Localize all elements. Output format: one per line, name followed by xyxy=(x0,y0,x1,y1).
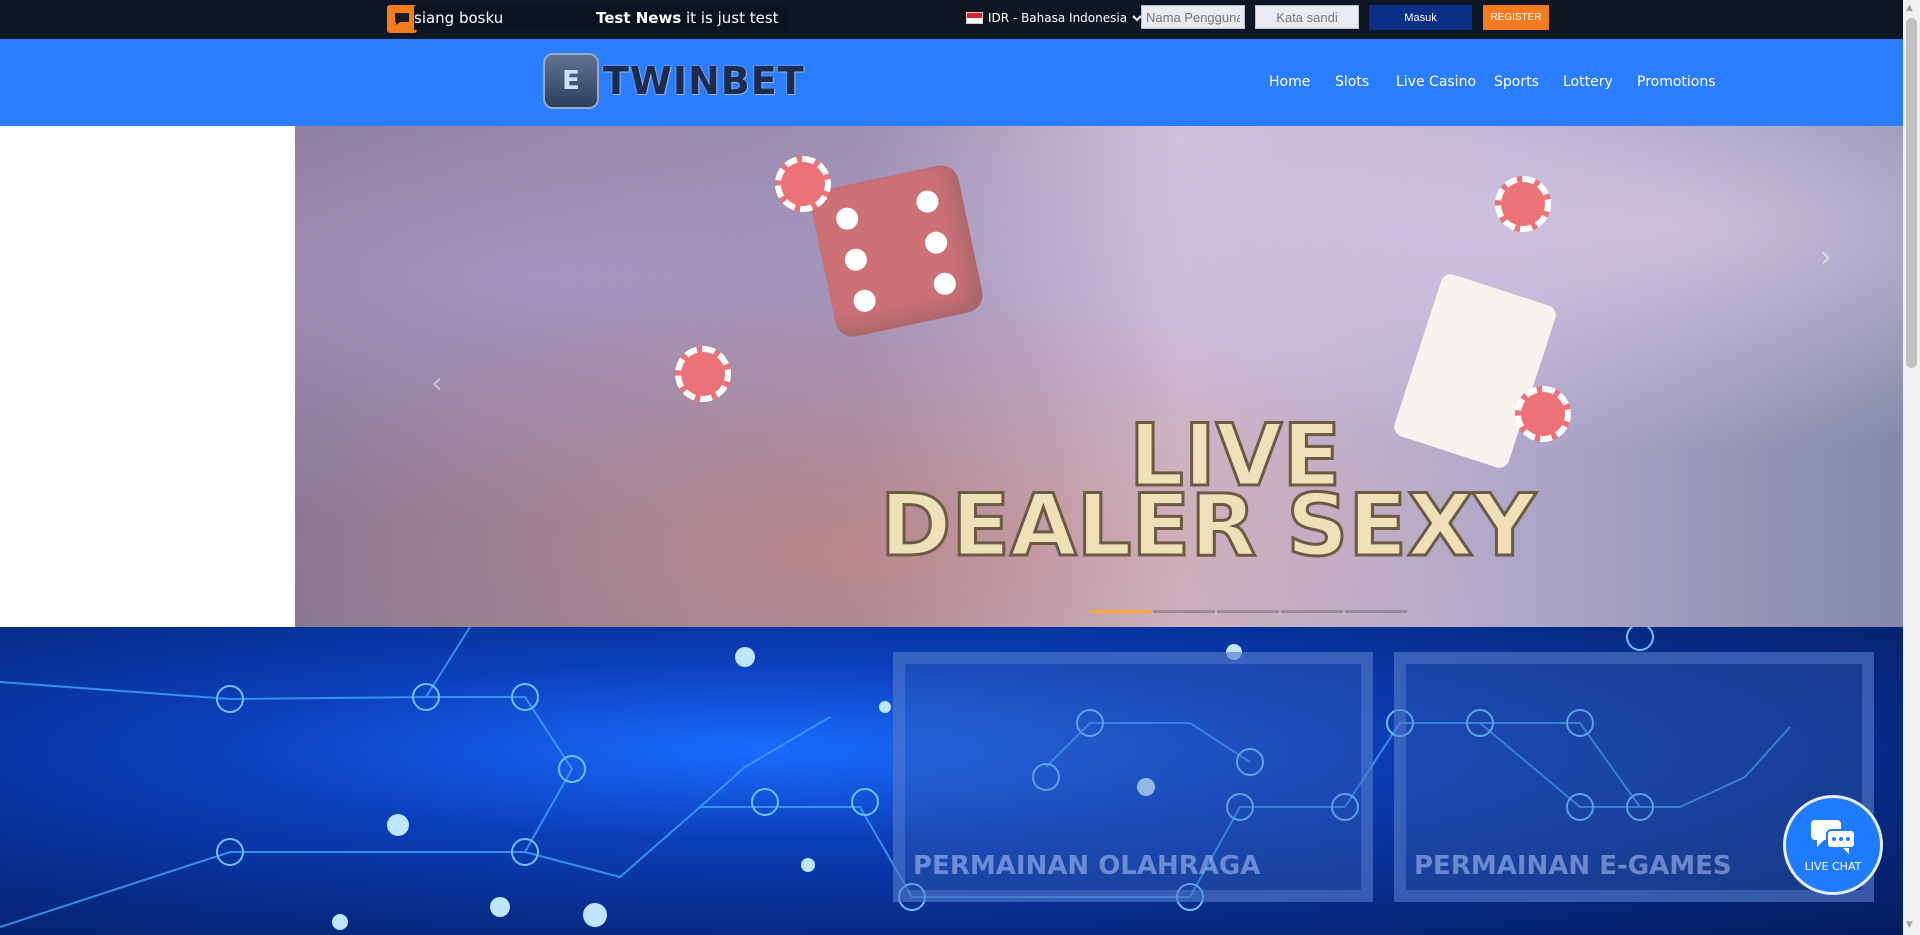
username-input[interactable] xyxy=(1141,5,1245,29)
nav-promotions[interactable]: Promotions xyxy=(1637,74,1716,90)
carousel-indicator[interactable] xyxy=(1153,610,1215,613)
language-label: IDR - Bahasa Indonesia xyxy=(988,11,1128,25)
password-input[interactable] xyxy=(1255,5,1359,29)
ticker-item: siang bosku xyxy=(414,9,504,27)
game-label-egames[interactable]: PERMAINAN E-GAMES xyxy=(1414,851,1732,881)
livechat-button[interactable]: LIVE CHAT xyxy=(1783,795,1883,895)
carousel-indicator[interactable] xyxy=(1089,610,1151,613)
nav-live-casino[interactable]: Live Casino xyxy=(1396,74,1476,90)
header-bar xyxy=(0,39,1903,126)
carousel-indicator[interactable] xyxy=(1281,610,1343,613)
chevron-left-icon[interactable]: ‹ xyxy=(431,366,443,401)
scroll-up-icon[interactable]: ▲ xyxy=(1906,3,1913,13)
language-selector[interactable]: IDR - Bahasa Indonesia xyxy=(966,11,1142,25)
login-button[interactable]: Masuk xyxy=(1369,5,1472,30)
scrollbar-thumb[interactable] xyxy=(1906,18,1917,368)
scroll-down-icon[interactable]: ▼ xyxy=(1906,920,1913,930)
carousel-indicators xyxy=(1089,610,1407,613)
news-ticker: siang bosku Test News it is just test xyxy=(414,6,789,30)
livechat-icon xyxy=(1811,819,1856,854)
game-label-sports[interactable]: PERMAINAN OLAHRAGA xyxy=(913,851,1260,881)
flag-icon xyxy=(966,12,983,24)
banner-title-line2: DEALER SEXY xyxy=(879,475,1538,578)
carousel-indicator[interactable] xyxy=(1217,610,1279,613)
register-button[interactable]: REGISTER xyxy=(1483,5,1549,30)
livechat-label: LIVE CHAT xyxy=(1804,859,1862,873)
nav-sports[interactable]: Sports xyxy=(1494,74,1539,90)
nav-lottery[interactable]: Lottery xyxy=(1563,74,1613,90)
ticker-item: Test News it is just test xyxy=(596,9,779,27)
nav-home[interactable]: Home xyxy=(1269,74,1310,90)
site-logo[interactable]: E TWINBET xyxy=(543,53,805,109)
top-bar xyxy=(0,0,1903,39)
logo-icon: E xyxy=(543,53,599,109)
carousel-indicator[interactable] xyxy=(1345,610,1407,613)
nav-slots[interactable]: Slots xyxy=(1335,74,1369,90)
news-chat-icon[interactable] xyxy=(387,5,417,33)
chevron-right-icon[interactable]: › xyxy=(1820,240,1832,275)
banner-carousel[interactable]: LIVE DEALER SEXY xyxy=(295,126,1903,627)
logo-text: TWINBET xyxy=(603,59,805,103)
